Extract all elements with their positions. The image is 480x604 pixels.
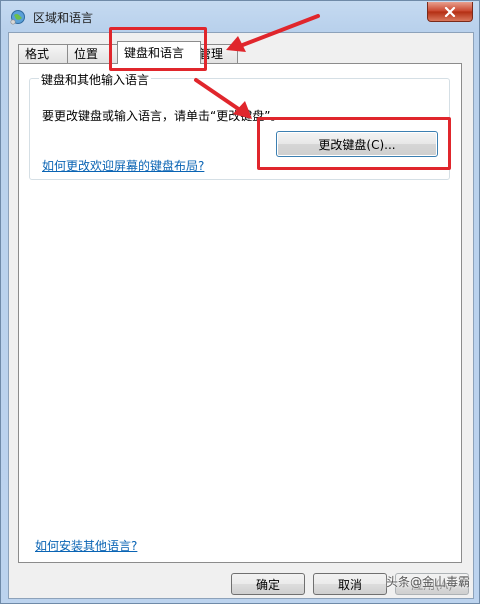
- install-languages-link[interactable]: 如何安装其他语言?: [35, 537, 137, 554]
- window-title: 区域和语言: [33, 11, 94, 25]
- tab-formats-label: 格式: [25, 47, 50, 61]
- region-language-dialog: 区域和语言 格式 位置 键盘和语言 管理 要更改键盘或输入语言，请单击“更改键盘…: [0, 0, 480, 604]
- ok-label: 确定: [255, 577, 280, 592]
- keyboard-groupbox: 要更改键盘或输入语言，请单击“更改键盘”。 更改键盘(C)... 如何更改欢迎屏…: [29, 78, 450, 180]
- tab-panel: 要更改键盘或输入语言，请单击“更改键盘”。 更改键盘(C)... 如何更改欢迎屏…: [18, 63, 462, 563]
- close-button[interactable]: [427, 2, 473, 22]
- tab-administrative-label: 管理: [199, 47, 224, 61]
- tab-location[interactable]: 位置: [67, 44, 118, 63]
- close-icon: [444, 6, 456, 17]
- tab-formats[interactable]: 格式: [18, 44, 68, 63]
- change-keyboards-label: 更改键盘(C)...: [318, 137, 396, 152]
- watermark: 头条@金山毒霸: [385, 575, 470, 589]
- keyboard-group-title: 键盘和其他输入语言: [39, 71, 152, 88]
- ok-button[interactable]: 确定: [231, 573, 305, 595]
- globe-icon: [10, 10, 25, 25]
- welcome-keyboard-layout-link[interactable]: 如何更改欢迎屏幕的键盘布局?: [42, 157, 204, 174]
- keyboard-description: 要更改键盘或输入语言，请单击“更改键盘”。: [42, 109, 283, 123]
- change-keyboards-button[interactable]: 更改键盘(C)...: [276, 131, 438, 157]
- cancel-button[interactable]: 取消: [313, 573, 387, 595]
- title-bar: 区域和语言: [1, 1, 479, 31]
- cancel-label: 取消: [337, 577, 362, 592]
- tab-keyboards-languages-label: 键盘和语言: [124, 46, 185, 60]
- tab-keyboards-languages[interactable]: 键盘和语言: [117, 41, 201, 64]
- dialog-body: 格式 位置 键盘和语言 管理 要更改键盘或输入语言，请单击“更改键盘”。 更改键…: [8, 32, 474, 599]
- tab-location-label: 位置: [74, 47, 99, 61]
